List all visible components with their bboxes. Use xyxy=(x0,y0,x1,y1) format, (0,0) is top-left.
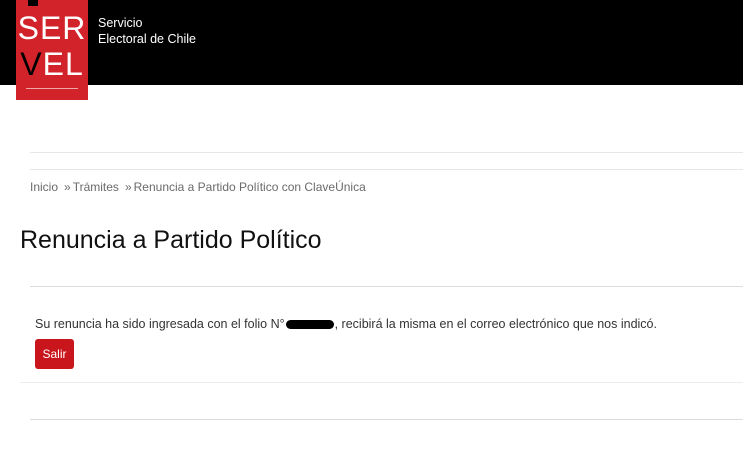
exit-button[interactable]: Salir xyxy=(35,339,74,369)
logo-letter-v: V xyxy=(20,46,43,82)
divider-content-top xyxy=(30,286,743,287)
logo-text-line1: SER xyxy=(17,10,87,46)
logo-text-line2: VEL xyxy=(16,48,88,80)
divider-breadcrumb xyxy=(30,169,743,170)
brand-line2: Electoral de Chile xyxy=(98,32,196,46)
redacted-folio-number xyxy=(285,320,334,330)
breadcrumb-link-inicio[interactable]: Inicio xyxy=(30,180,58,194)
divider-content-bottom xyxy=(20,382,743,383)
breadcrumb-separator: » xyxy=(124,180,132,194)
servel-logo[interactable]: SER VEL xyxy=(16,0,88,100)
logo-notch xyxy=(28,0,38,6)
breadcrumb: Inicio» Trámites» Renuncia a Partido Polít… xyxy=(30,180,366,194)
breadcrumb-separator: » xyxy=(64,180,71,194)
message-after: , recibirá la misma en el correo electró… xyxy=(334,317,657,331)
confirmation-message: Su renuncia ha sido ingresada con el fol… xyxy=(35,317,657,331)
divider-top xyxy=(30,152,743,153)
breadcrumb-current: Renuncia a Partido Político con ClaveÚni… xyxy=(133,180,366,194)
brand-line1: Servicio xyxy=(98,16,143,30)
message-before: Su renuncia ha sido ingresada con el fol… xyxy=(35,317,285,331)
logo-letters-el: EL xyxy=(42,46,84,82)
logo-underline xyxy=(26,88,78,89)
breadcrumb-link-tramites[interactable]: Trámites xyxy=(73,180,119,194)
page-title: Renuncia a Partido Político xyxy=(20,226,322,254)
divider-footer xyxy=(30,419,743,420)
brand-name: Servicio Electoral de Chile xyxy=(98,15,196,47)
